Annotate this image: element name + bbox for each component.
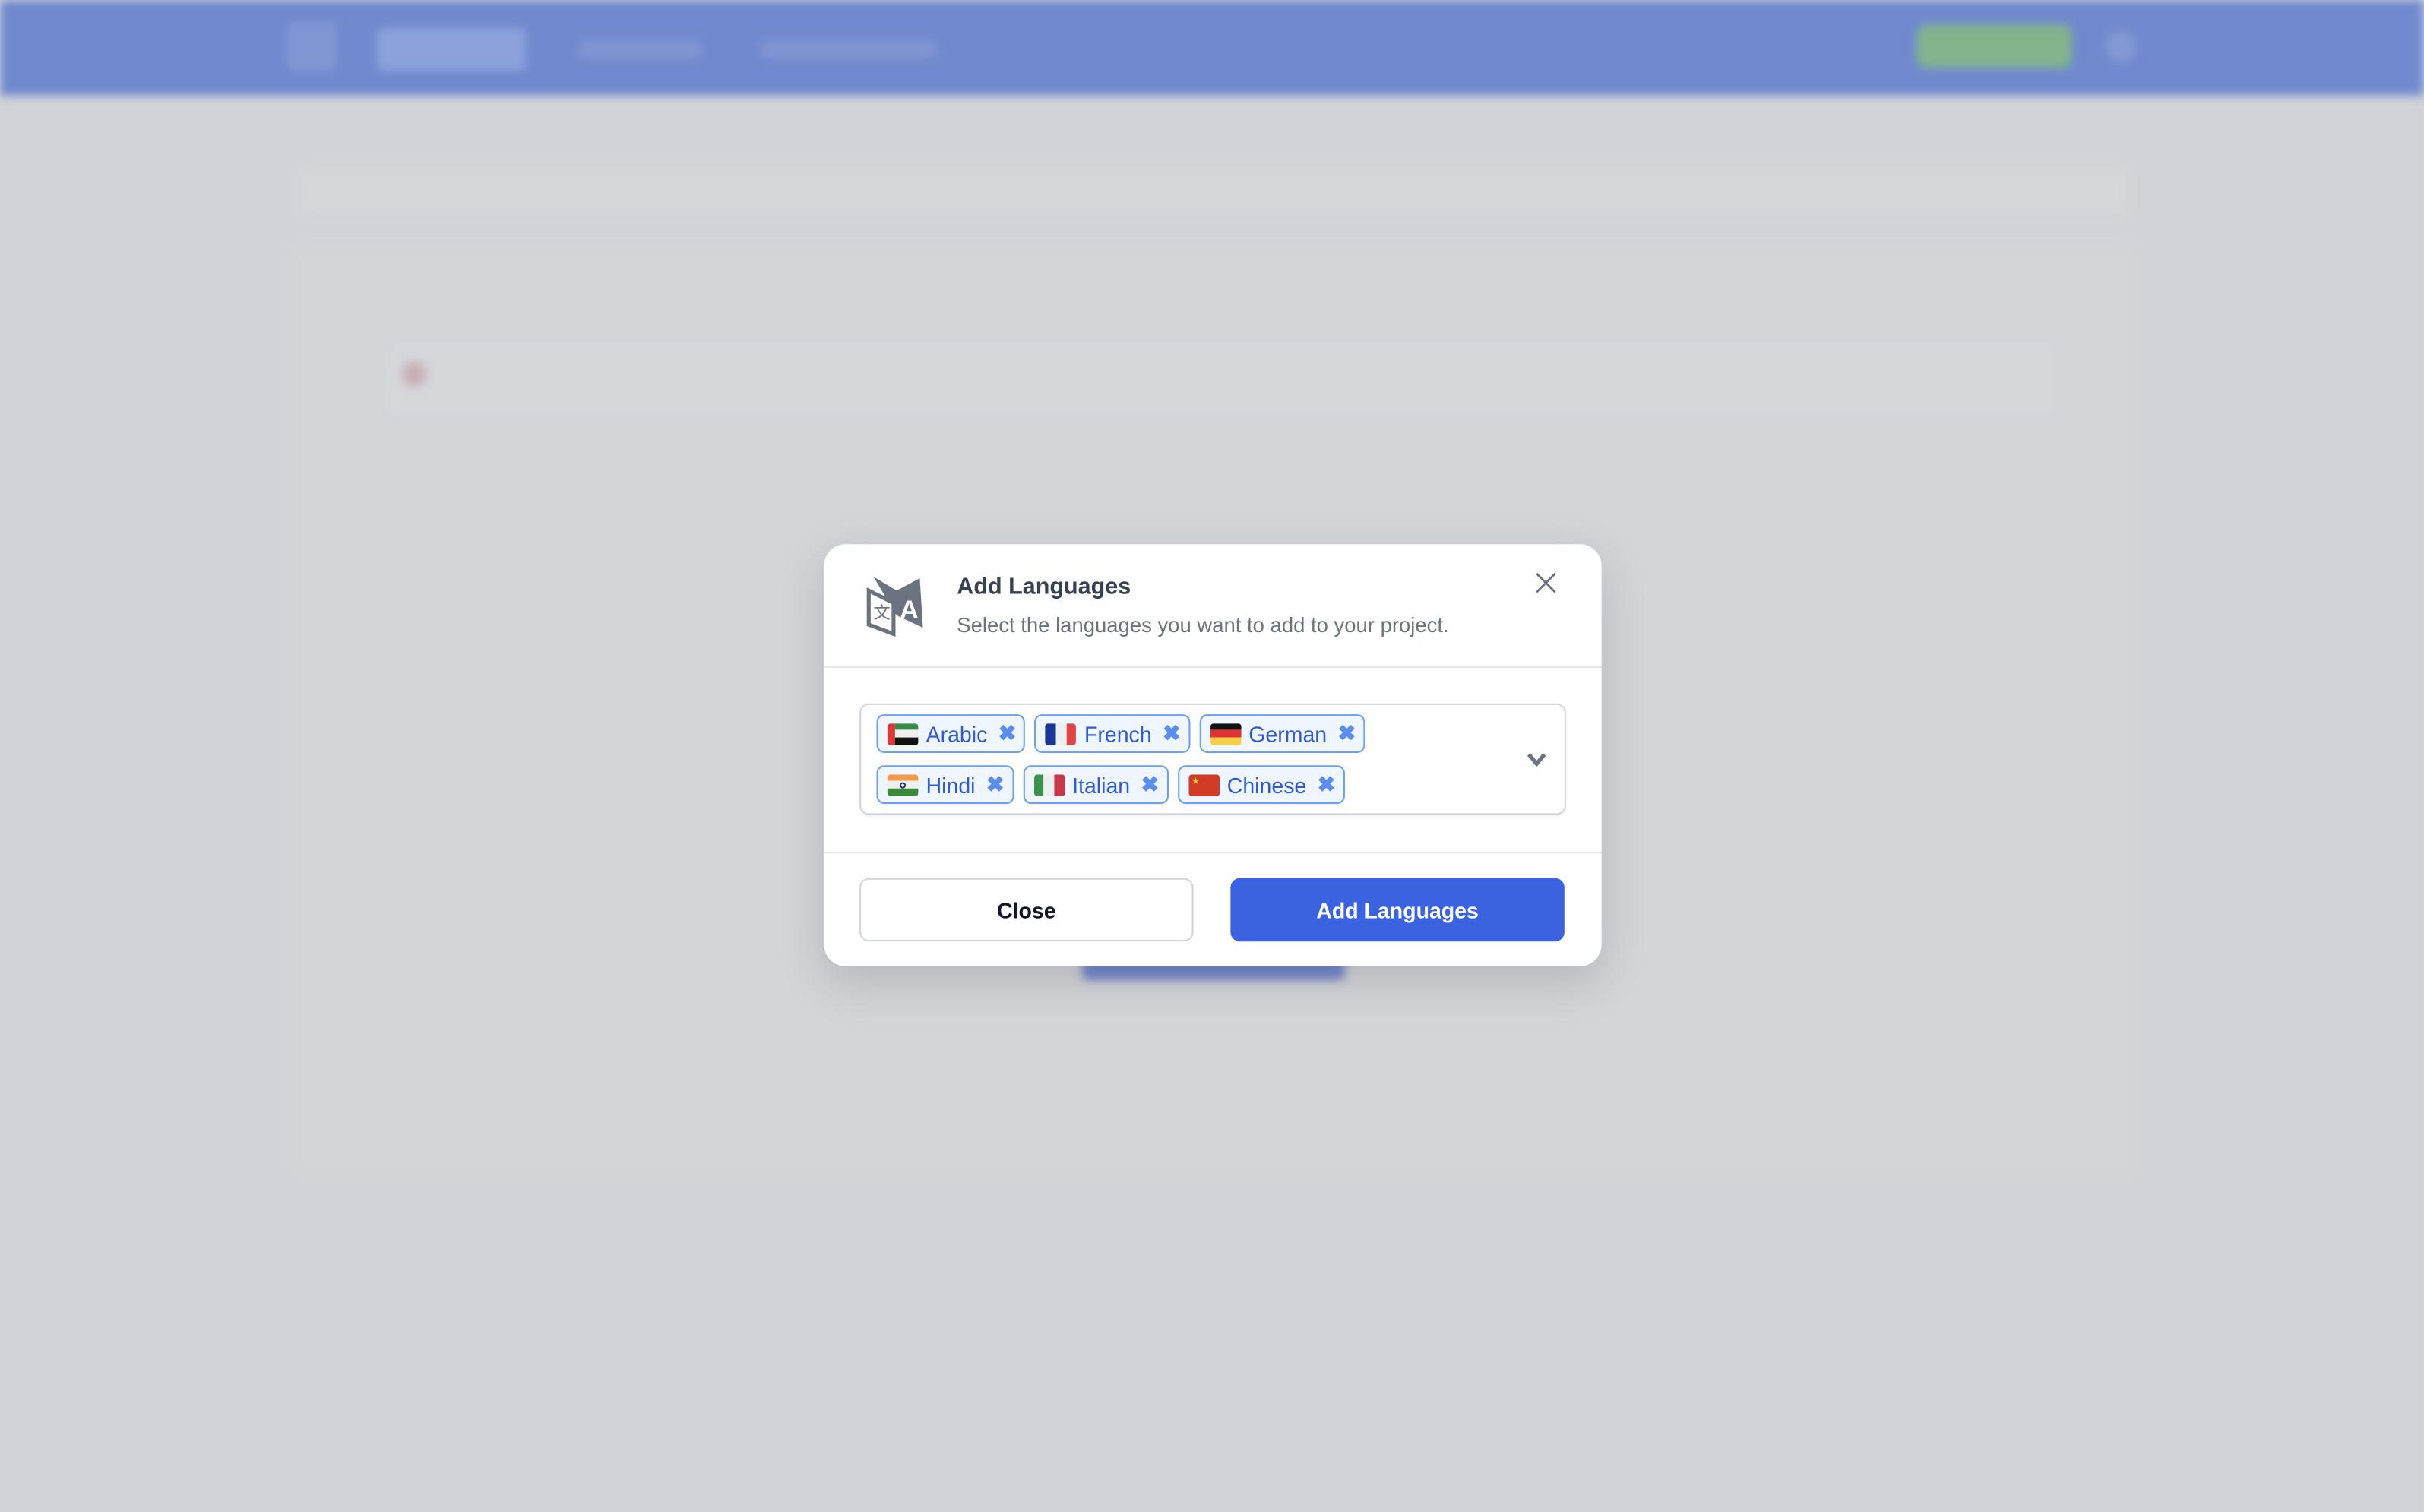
svg-text:文: 文 <box>873 603 890 623</box>
flag-italy-icon <box>1033 773 1065 796</box>
dialog-title: Add Languages <box>957 573 1131 600</box>
chip-label: Chinese <box>1226 772 1307 797</box>
remove-chip-icon[interactable]: ✖ <box>1163 720 1181 747</box>
close-button[interactable]: Close <box>859 878 1194 942</box>
divider <box>824 666 1602 669</box>
flag-india-icon <box>887 773 919 796</box>
remove-chip-icon[interactable]: ✖ <box>986 771 1005 798</box>
remove-chip-icon[interactable]: ✖ <box>1337 720 1356 747</box>
flag-china-icon: ★ <box>1188 773 1220 796</box>
language-chip-french: French ✖ <box>1034 714 1190 753</box>
translate-icon: 文 A <box>866 576 923 637</box>
language-chip-german: German ✖ <box>1199 714 1365 753</box>
language-chip-italian: Italian ✖ <box>1023 765 1169 805</box>
add-languages-button[interactable]: Add Languages <box>1230 878 1565 942</box>
chip-label: Italian <box>1072 772 1131 797</box>
remove-chip-icon[interactable]: ✖ <box>1318 771 1336 798</box>
divider <box>824 852 1602 854</box>
flag-france-icon <box>1046 723 1077 745</box>
flag-germany-icon <box>1210 723 1242 745</box>
flag-uae-icon <box>887 723 919 745</box>
chevron-down-icon[interactable] <box>1524 747 1549 772</box>
remove-chip-icon[interactable]: ✖ <box>1141 771 1159 798</box>
chip-label: German <box>1248 721 1328 746</box>
language-chip-hindi: Hindi ✖ <box>876 765 1014 805</box>
language-chip-chinese: ★ Chinese ✖ <box>1177 765 1345 805</box>
chip-label: Hindi <box>926 772 976 797</box>
language-chip-arabic: Arabic ✖ <box>876 714 1026 753</box>
language-multiselect[interactable]: Arabic ✖ French ✖ German ✖ Hindi ✖ Italian ✖ ★ Chin… <box>859 703 1566 815</box>
svg-text:A: A <box>900 596 919 625</box>
chip-label: French <box>1084 721 1152 746</box>
dialog-subtitle: Select the languages you want to add to … <box>957 613 1449 637</box>
close-icon[interactable] <box>1533 571 1559 596</box>
remove-chip-icon[interactable]: ✖ <box>998 720 1017 747</box>
chip-label: Arabic <box>926 721 988 746</box>
add-languages-dialog: 文 A Add Languages Select the languages y… <box>824 544 1602 966</box>
